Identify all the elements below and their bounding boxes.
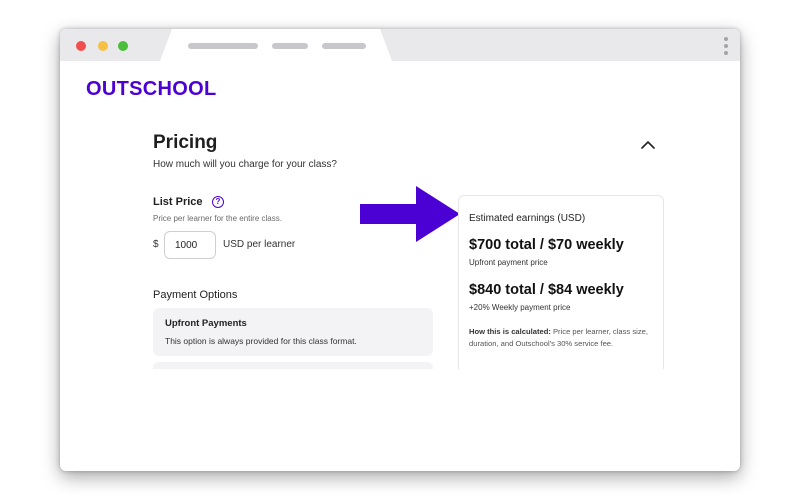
- section-subtitle: How much will you charge for your class?: [153, 159, 337, 170]
- earnings-calculation-note: How this is calculated: Price per learne…: [469, 326, 655, 350]
- upfront-payments-option[interactable]: Upfront Payments This option is always p…: [153, 308, 433, 356]
- upfront-payments-title: Upfront Payments: [165, 318, 247, 329]
- list-price-label: List Price: [153, 196, 203, 208]
- browser-window: OUTSCHOOL Pricing How much will you char…: [60, 29, 740, 471]
- upfront-earnings-amount: $700 total / $70 weekly: [469, 237, 624, 253]
- weekly-earnings-amount: $840 total / $84 weekly: [469, 282, 624, 298]
- upfront-earnings-caption: Upfront payment price: [469, 258, 548, 267]
- weekly-earnings-caption: +20% Weekly payment price: [469, 303, 571, 312]
- next-payment-option[interactable]: [153, 362, 433, 369]
- price-unit-label: USD per learner: [223, 239, 296, 250]
- currency-symbol: $: [153, 239, 159, 250]
- list-price-description: Price per learner for the entire class.: [153, 214, 282, 223]
- payment-options-label: Payment Options: [153, 289, 238, 301]
- page-content: OUTSCHOOL Pricing How much will you char…: [60, 29, 740, 369]
- section-title: Pricing: [153, 132, 218, 153]
- list-price-input[interactable]: [164, 231, 216, 259]
- earnings-heading: Estimated earnings (USD): [469, 213, 586, 224]
- upfront-payments-description: This option is always provided for this …: [165, 336, 357, 346]
- chevron-up-icon[interactable]: [640, 137, 656, 153]
- arrow-right-icon: [360, 186, 460, 242]
- earnings-note-label: How this is calculated:: [469, 327, 551, 336]
- outschool-logo[interactable]: OUTSCHOOL: [86, 78, 216, 101]
- estimated-earnings-panel: Estimated earnings (USD) $700 total / $7…: [458, 195, 664, 369]
- question-circle-icon[interactable]: ?: [212, 196, 224, 208]
